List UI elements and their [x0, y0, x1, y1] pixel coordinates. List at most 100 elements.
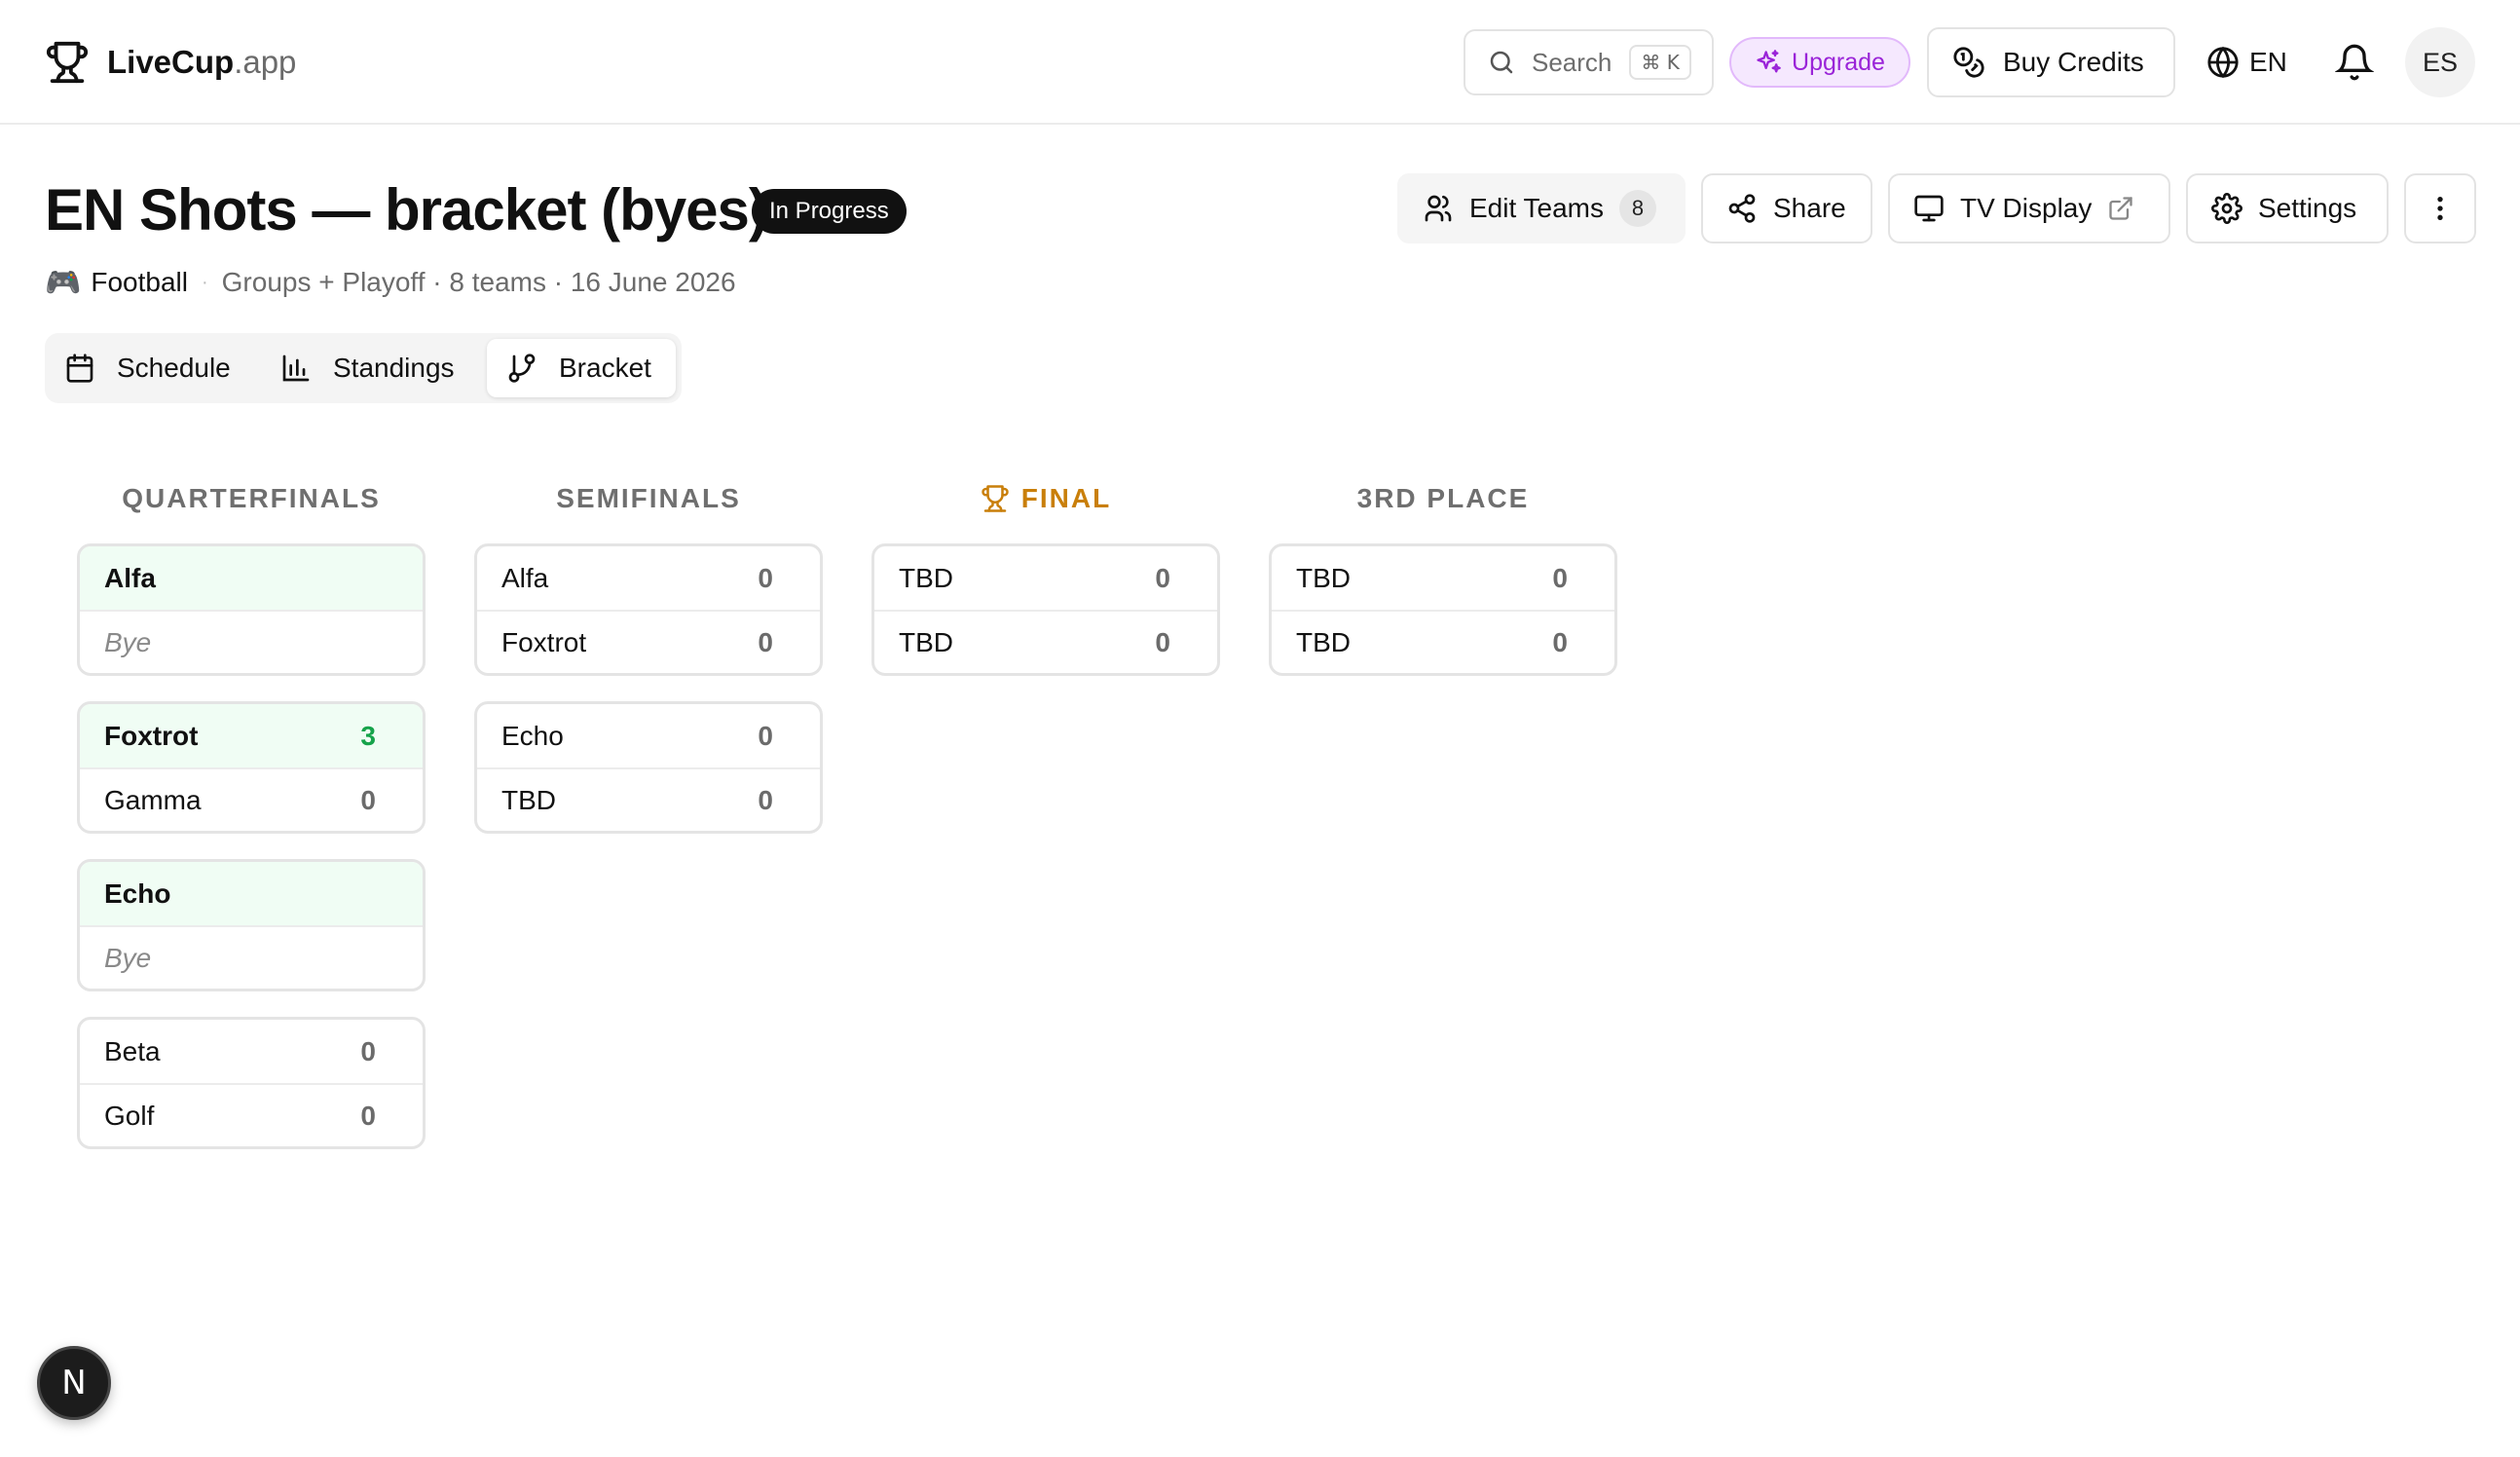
- match-card-final[interactable]: TBD 0 TBD 0: [871, 543, 1220, 676]
- team-name: Foxtrot: [501, 626, 587, 657]
- team-row: Bye: [80, 925, 423, 989]
- team-name: Bye: [104, 626, 152, 657]
- tab-bracket[interactable]: Bracket: [487, 339, 676, 397]
- monitor-icon: [1914, 195, 1944, 222]
- share-button[interactable]: Share: [1701, 173, 1872, 243]
- team-row: Alfa 0: [477, 546, 820, 610]
- match-card-qf3[interactable]: Echo Bye: [77, 859, 426, 991]
- round-header-third-place: 3RD PLACE: [1356, 483, 1530, 513]
- team-row: TBD 0: [1272, 610, 1614, 673]
- team-name: Gamma: [104, 784, 202, 815]
- coins-icon: [1953, 47, 1984, 78]
- page-title: EN Shots — bracket (byes): [45, 177, 768, 243]
- team-row: Echo 0: [477, 704, 820, 767]
- team-name: TBD: [899, 626, 953, 657]
- buy-credits-label: Buy Credits: [2003, 47, 2144, 77]
- team-score: 0: [1155, 562, 1170, 593]
- team-row: Alfa: [80, 546, 423, 610]
- match-card-qf1[interactable]: Alfa Bye: [77, 543, 426, 676]
- team-name: Foxtrot: [104, 720, 199, 751]
- team-row: TBD 0: [874, 546, 1217, 610]
- view-tabs: Schedule Standings Bracket: [45, 333, 682, 403]
- team-row: Gamma 0: [80, 767, 423, 831]
- team-name: TBD: [1296, 626, 1351, 657]
- team-score: 0: [360, 784, 376, 815]
- edit-teams-label: Edit Teams: [1469, 193, 1604, 223]
- match-card-sf2[interactable]: Echo 0 TBD 0: [474, 701, 823, 834]
- bar-chart-icon: [282, 355, 310, 382]
- brand-suffix: .app: [234, 44, 297, 80]
- team-name: TBD: [1296, 562, 1351, 593]
- settings-label: Settings: [2258, 193, 2357, 223]
- match-card-third-place[interactable]: TBD 0 TBD 0: [1269, 543, 1617, 676]
- language-label: EN: [2249, 47, 2287, 77]
- tab-schedule-label: Schedule: [117, 353, 231, 383]
- match-card-qf2[interactable]: Foxtrot 3 Gamma 0: [77, 701, 426, 834]
- team-score: 0: [758, 562, 773, 593]
- round-header-final: FINAL: [871, 483, 1220, 514]
- team-score: 0: [360, 1035, 376, 1066]
- status-badge: In Progress: [752, 189, 907, 234]
- match-card-qf4[interactable]: Beta 0 Golf 0: [77, 1017, 426, 1149]
- team-name: Beta: [104, 1035, 161, 1066]
- team-score: 0: [758, 784, 773, 815]
- bell-icon[interactable]: [2335, 43, 2374, 82]
- search-shortcut: ⌘ K: [1629, 45, 1691, 80]
- tv-display-label: TV Display: [1960, 193, 2093, 223]
- tab-schedule[interactable]: Schedule: [64, 339, 231, 397]
- upgrade-label: Upgrade: [1792, 48, 1885, 76]
- team-score: 0: [758, 720, 773, 751]
- team-row: Foxtrot 3: [80, 704, 423, 767]
- team-name: TBD: [501, 784, 556, 815]
- team-score: 0: [758, 626, 773, 657]
- tab-standings-label: Standings: [333, 353, 455, 383]
- trophy-icon: [46, 41, 89, 84]
- tournament-meta: 🎮 Football · Groups + Playoff · 8 teams …: [45, 263, 736, 302]
- team-row: Foxtrot 0: [477, 610, 820, 673]
- team-name: Alfa: [501, 562, 549, 593]
- team-name: Echo: [104, 878, 171, 909]
- tab-standings[interactable]: Standings: [280, 339, 455, 397]
- logo[interactable]: LiveCup .app: [45, 39, 296, 86]
- round-header-quarterfinals: QUARTERFINALS: [122, 483, 381, 513]
- tab-bracket-label: Bracket: [559, 353, 651, 383]
- team-row: Bye: [80, 610, 423, 673]
- team-row: Golf 0: [80, 1083, 423, 1146]
- edit-teams-button[interactable]: Edit Teams 8: [1397, 173, 1686, 243]
- upgrade-button[interactable]: Upgrade: [1729, 37, 1910, 88]
- team-score: 0: [1552, 562, 1568, 593]
- search-placeholder: Search: [1532, 47, 1612, 77]
- team-row: Beta 0: [80, 1020, 423, 1083]
- git-branch-icon: [508, 354, 536, 383]
- settings-button[interactable]: Settings: [2186, 173, 2389, 243]
- team-name: TBD: [899, 562, 953, 593]
- dev-tools-badge[interactable]: N: [37, 1346, 111, 1420]
- team-row: Echo: [80, 862, 423, 925]
- share-icon: [1728, 194, 1756, 223]
- avatar[interactable]: ES: [2405, 27, 2475, 97]
- team-row: TBD 0: [1272, 546, 1614, 610]
- team-score: 3: [360, 720, 376, 751]
- dev-badge-letter: N: [61, 1364, 87, 1402]
- team-name: Alfa: [104, 562, 156, 593]
- sport-label: Football: [91, 267, 188, 297]
- search-button[interactable]: Search ⌘ K: [1464, 29, 1714, 95]
- sparkles-icon: [1757, 50, 1781, 73]
- more-vertical-icon: [2437, 197, 2443, 220]
- gear-icon: [2211, 193, 2242, 224]
- language-switcher[interactable]: EN: [2206, 37, 2287, 88]
- team-name: Bye: [104, 942, 152, 973]
- globe-icon: [2207, 46, 2239, 79]
- team-score: 0: [1155, 626, 1170, 657]
- tournament-info: Groups + Playoff · 8 teams · 16 June 202…: [221, 267, 736, 297]
- team-row: TBD 0: [477, 767, 820, 831]
- team-name: Golf: [104, 1100, 155, 1131]
- calendar-icon: [66, 354, 93, 383]
- search-icon: [1490, 51, 1513, 74]
- team-score: 0: [360, 1100, 376, 1131]
- team-row: TBD 0: [874, 610, 1217, 673]
- tv-display-button[interactable]: TV Display: [1888, 173, 2170, 243]
- more-options-button[interactable]: [2404, 173, 2476, 243]
- match-card-sf1[interactable]: Alfa 0 Foxtrot 0: [474, 543, 823, 676]
- buy-credits-button[interactable]: Buy Credits: [1927, 27, 2175, 97]
